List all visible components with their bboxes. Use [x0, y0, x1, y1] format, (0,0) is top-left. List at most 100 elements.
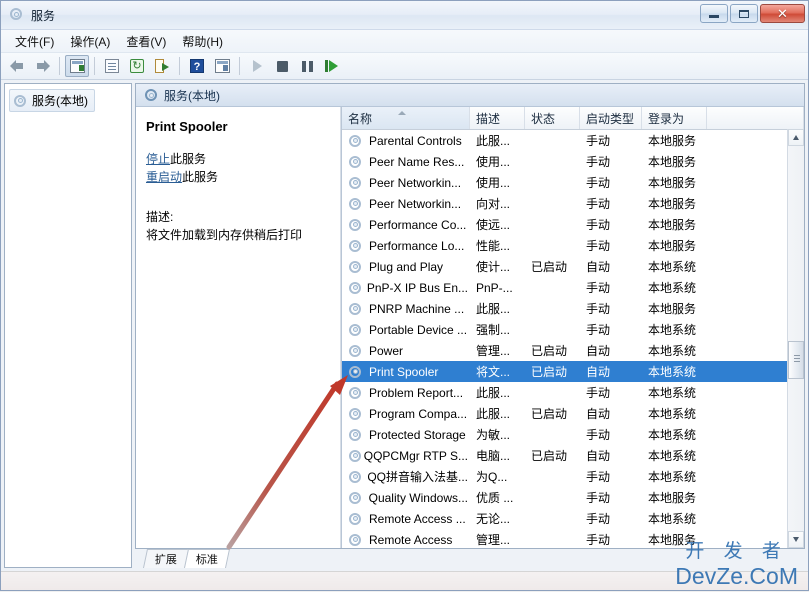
stop-service-button[interactable]	[270, 55, 294, 77]
table-row[interactable]: Plug and Play 使计... 已启动 自动 本地系统	[342, 256, 804, 277]
cell-description: 将文...	[476, 365, 511, 379]
cell-description: 为Q...	[476, 470, 508, 484]
refresh-button[interactable]: ↻	[125, 55, 149, 77]
stop-service-link[interactable]: 停止	[146, 152, 170, 166]
table-row[interactable]: Program Compa... 此服... 已启动 自动 本地系统	[342, 403, 804, 424]
tab-standard[interactable]: 标准	[183, 549, 231, 568]
table-row[interactable]: Performance Co... 使远... 手动 本地服务	[342, 214, 804, 235]
cell-description: 优质 ...	[476, 491, 514, 505]
view-tabs: 扩展 标准	[135, 549, 805, 568]
show-hide-tree-button[interactable]	[65, 55, 89, 77]
menu-file[interactable]: 文件(F)	[7, 31, 62, 52]
service-detail-panel: Print Spooler 停止此服务 重启动此服务 描述: 将文件加载到内存供…	[136, 107, 341, 548]
column-log-on-as[interactable]: 登录为	[642, 107, 707, 129]
cell-log-on-as: 本地服务	[648, 134, 697, 148]
cell-log-on-as: 本地服务	[648, 533, 697, 547]
properties-button[interactable]	[100, 55, 124, 77]
service-gear-icon	[348, 239, 362, 253]
cell-status: 已启动	[531, 344, 568, 358]
service-gear-icon	[348, 176, 362, 190]
service-gear-icon	[348, 281, 361, 295]
back-button[interactable]	[5, 55, 29, 77]
restart-service-button[interactable]	[320, 55, 344, 77]
export-list-button[interactable]	[150, 55, 174, 77]
table-row[interactable]: Peer Networkin... 向对... 手动 本地服务	[342, 193, 804, 214]
table-row[interactable]: PnP-X IP Bus En... PnP-... 手动 本地系统	[342, 277, 804, 298]
cell-log-on-as: 本地服务	[648, 218, 697, 232]
column-status[interactable]: 状态	[525, 107, 580, 129]
column-header-label: 登录为	[648, 111, 685, 126]
tree-node-services-local[interactable]: 服务(本地)	[9, 89, 95, 112]
table-row[interactable]: QQPCMgr RTP S... 电脑... 已启动 自动 本地系统	[342, 445, 804, 466]
view-list-button[interactable]	[210, 55, 234, 77]
toolbar-separator	[239, 57, 240, 75]
column-startup-type[interactable]: 启动类型	[580, 107, 642, 129]
tab-extended[interactable]: 扩展	[142, 549, 190, 568]
close-button[interactable]: ✕	[760, 4, 805, 23]
cell-startup-type: 手动	[586, 428, 611, 442]
service-name-label: Peer Networkin...	[369, 175, 462, 190]
table-row[interactable]: Protected Storage 为敏... 手动 本地系统	[342, 424, 804, 445]
cell-description: 性能...	[476, 239, 511, 253]
scroll-up-button[interactable]	[788, 129, 804, 146]
pane-header-label: 服务(本地)	[164, 88, 220, 103]
table-row[interactable]: PNRP Machine ... 此服... 手动 本地服务	[342, 298, 804, 319]
table-row[interactable]: Parental Controls 此服... 手动 本地服务	[342, 130, 804, 151]
column-description[interactable]: 描述	[470, 107, 525, 129]
table-row[interactable]: Remote Access 管理... 手动 本地服务	[342, 529, 804, 548]
export-icon	[155, 59, 169, 73]
help-button[interactable]: ?	[185, 55, 209, 77]
table-row[interactable]: Print Spooler 将文... 已启动 自动 本地系统	[342, 361, 804, 382]
table-row[interactable]: Portable Device ... 强制... 手动 本地系统	[342, 319, 804, 340]
chevron-up-icon	[793, 135, 799, 140]
vertical-scrollbar[interactable]	[787, 129, 804, 548]
menu-view[interactable]: 查看(V)	[118, 31, 174, 52]
cell-startup-type: 手动	[586, 218, 611, 232]
cell-startup-type: 自动	[586, 344, 611, 358]
table-row[interactable]: Remote Access ... 无论... 手动 本地系统	[342, 508, 804, 529]
table-row[interactable]: Quality Windows... 优质 ... 手动 本地服务	[342, 487, 804, 508]
scrollbar-thumb[interactable]	[788, 341, 804, 379]
table-row[interactable]: Performance Lo... 性能... 手动 本地服务	[342, 235, 804, 256]
cell-log-on-as: 本地系统	[648, 470, 697, 484]
toolbar-separator	[179, 57, 180, 75]
cell-description: 使计...	[476, 260, 511, 274]
list-rows: Parental Controls 此服... 手动 本地服务 Peer Name Re…	[342, 130, 804, 548]
cell-description: 向对...	[476, 197, 511, 211]
services-gear-icon	[13, 94, 27, 108]
cell-description: 管理...	[476, 533, 511, 547]
start-service-button[interactable]	[245, 55, 269, 77]
cell-description: 此服...	[476, 407, 511, 421]
cell-name: Peer Networkin...	[342, 176, 470, 190]
service-name-label: Remote Access ...	[369, 511, 466, 526]
maximize-button[interactable]	[730, 4, 758, 23]
cell-log-on-as: 本地系统	[648, 449, 697, 463]
forward-button[interactable]	[30, 55, 54, 77]
minimize-button[interactable]	[700, 4, 728, 23]
menu-action[interactable]: 操作(A)	[62, 31, 118, 52]
stop-service-line: 停止此服务	[146, 150, 330, 168]
menu-help[interactable]: 帮助(H)	[174, 31, 231, 52]
table-row[interactable]: Peer Name Res... 使用... 手动 本地服务	[342, 151, 804, 172]
table-row[interactable]: Peer Networkin... 使用... 手动 本地服务	[342, 172, 804, 193]
cell-name: Parental Controls	[342, 134, 470, 148]
cell-startup-type: 自动	[586, 449, 611, 463]
table-row[interactable]: Problem Report... 此服... 手动 本地系统	[342, 382, 804, 403]
service-name-label: PNRP Machine ...	[369, 301, 465, 316]
service-gear-icon	[348, 260, 362, 274]
scroll-down-button[interactable]	[788, 531, 804, 548]
service-gear-icon	[348, 197, 362, 211]
restart-service-link[interactable]: 重启动	[146, 170, 182, 184]
table-row[interactable]: Power 管理... 已启动 自动 本地系统	[342, 340, 804, 361]
cell-log-on-as: 本地系统	[648, 428, 697, 442]
table-row[interactable]: QQ拼音输入法基... 为Q... 手动 本地系统	[342, 466, 804, 487]
cell-log-on-as: 本地服务	[648, 491, 697, 505]
cell-log-on-as: 本地系统	[648, 386, 697, 400]
cell-description: 此服...	[476, 302, 511, 316]
cell-name: Protected Storage	[342, 428, 470, 442]
pause-service-button[interactable]	[295, 55, 319, 77]
column-name[interactable]: 名称	[342, 107, 470, 129]
pane-split: Print Spooler 停止此服务 重启动此服务 描述: 将文件加载到内存供…	[136, 107, 804, 548]
toolbar-separator	[59, 57, 60, 75]
cell-name: Problem Report...	[342, 386, 470, 400]
